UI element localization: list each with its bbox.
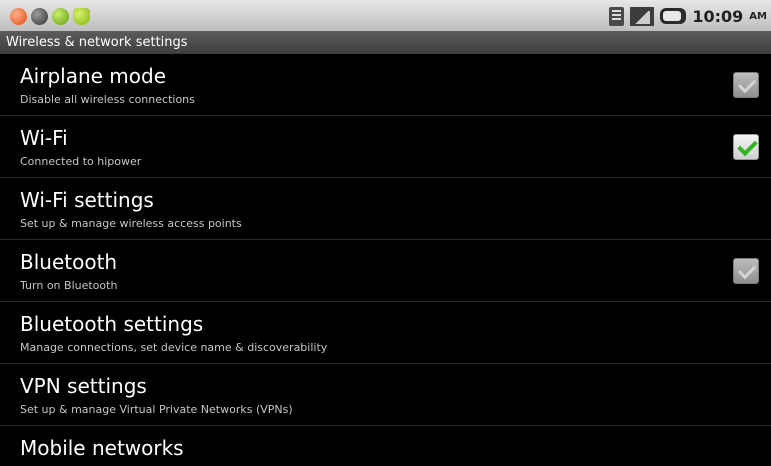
signal-icon [630, 6, 655, 26]
setting-wifi[interactable]: Wi-Fi Connected to hipower [0, 116, 771, 178]
setting-summary: Manage connections, set device name & di… [20, 341, 328, 354]
airplane-mode-checkbox[interactable] [733, 72, 759, 98]
setting-summary: Set up & manage Virtual Private Networks… [20, 403, 293, 416]
battery-icon [660, 8, 687, 24]
status-indicators: 10:09 AM [609, 5, 767, 27]
setting-summary: Set up & manage wireless access points [20, 217, 242, 230]
setting-title: VPN settings [20, 374, 147, 398]
setting-vpn-settings[interactable]: VPN settings Set up & manage Virtual Pri… [0, 364, 771, 426]
status-bar: 10:09 AM [0, 0, 771, 31]
setting-wifi-settings[interactable]: Wi-Fi settings Set up & manage wireless … [0, 178, 771, 240]
setting-summary: Disable all wireless connections [20, 93, 195, 106]
setting-title: Mobile networks [20, 436, 184, 460]
setting-summary: Connected to hipower [20, 155, 142, 168]
bluetooth-checkbox[interactable] [733, 258, 759, 284]
page-title: Wireless & network settings [0, 31, 771, 54]
setting-title: Airplane mode [20, 64, 167, 88]
setting-title: Bluetooth [20, 250, 118, 274]
wifi-checkbox[interactable] [733, 134, 759, 160]
record-icon [31, 7, 48, 25]
sync-icon [52, 7, 69, 25]
setting-title: Bluetooth settings [20, 312, 204, 336]
clock-ampm: AM [749, 10, 767, 22]
setting-bluetooth[interactable]: Bluetooth Turn on Bluetooth [0, 240, 771, 302]
clock: 10:09 [692, 6, 744, 26]
setting-mobile-networks[interactable]: Mobile networks [0, 426, 771, 466]
setting-bluetooth-settings[interactable]: Bluetooth settings Manage connections, s… [0, 302, 771, 364]
setting-summary: Turn on Bluetooth [20, 279, 118, 292]
notification-icons[interactable] [10, 6, 90, 26]
setting-title: Wi-Fi settings [20, 188, 154, 212]
android-icon [73, 7, 90, 25]
sd-card-icon [609, 6, 625, 26]
setting-title: Wi-Fi [20, 126, 68, 150]
warning-icon [10, 7, 27, 25]
setting-airplane-mode[interactable]: Airplane mode Disable all wireless conne… [0, 54, 771, 116]
settings-list: Airplane mode Disable all wireless conne… [0, 54, 771, 466]
